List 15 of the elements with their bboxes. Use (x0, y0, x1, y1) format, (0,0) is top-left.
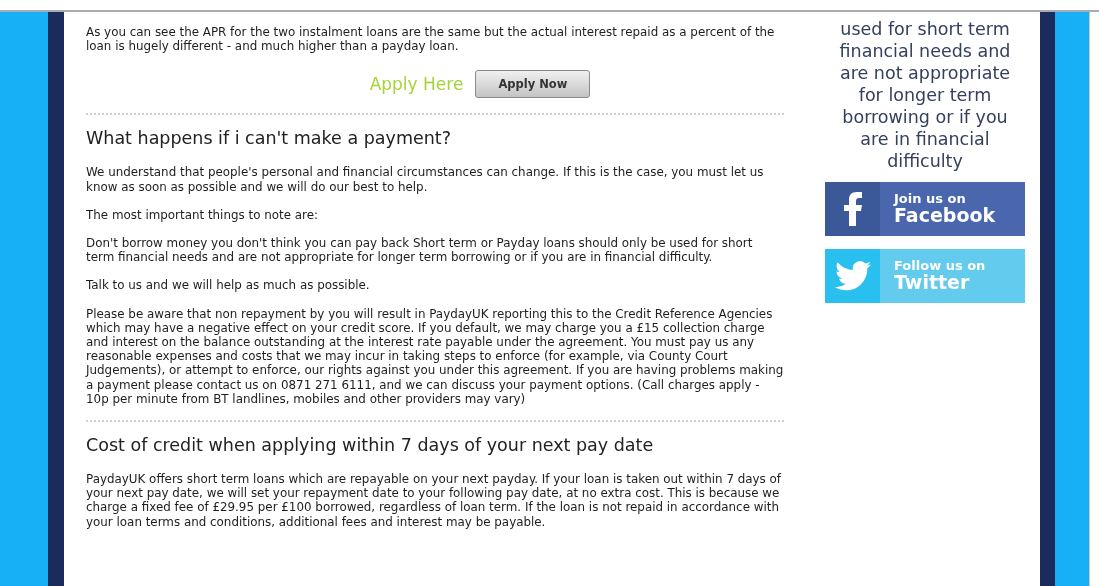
body-paragraph: The most important things to note are: (86, 207, 319, 222)
body-paragraph: Talk to us and we will help as much as possible. (86, 278, 371, 293)
facebook-icon (843, 192, 862, 226)
section-heading: What happens if i can't make a payment? (86, 128, 452, 149)
notice-text: used for short term financial needs and are not appropriate for longer term borrowing or if you are in financial difficulty (838, 18, 1012, 172)
social-button[interactable]: Join us on Facebook (825, 182, 1025, 236)
body-paragraph: We understand that people's personal and financial circumstances can change. If this is the case, you must let us know as soon as possible and we will do our best to help. (86, 165, 765, 194)
section-heading: Cost of credit when applying within 7 days of your next pay date (86, 435, 655, 456)
body-paragraph: PaydayUK offers short term loans which are repayable on your next payday. If your loan is taken out within 7 days of your next pay date, we will set your repayment date to your following pay date, at no extra cost. This is because we charge a fixed fee of £29.95 per £100 borrowed, regardless of loan term. If the loan is not repaid in accordance with your loan terms and conditions, additional fees and interest may be payable. (86, 472, 783, 529)
body-paragraph: Please be aware that non repayment by you will result in PaydayUK reporting this to the Credit Reference Agencies which may have a negative effect on your credit score. If you default, we may charge you a £15 collection charge and interest on the balance outstanding at the interest rate payable under the agreement. You must pay us any reasonable expenses and costs that we may incur in taking steps to enforce (for example, via County Court Judgements), or attempt to enforce, our rights against you under this agreement. If you are having problems making a payment please contact us on 0871 271 6111, and we can discuss your payment options. (Call charges apply - 10p per minute from BT landlines, mobiles and other providers may vary) (86, 306, 784, 407)
apply-button[interactable]: Apply Now (475, 70, 591, 99)
body-paragraph: Don't borrow money you don't think you can pay back Short term or Payday loans should only be used for short term financial needs and are not appropriate for longer term borrowing or if you are in financial difficulty. (86, 236, 754, 265)
bird-icon (834, 261, 871, 291)
intro-paragraph: As you can see the APR for the two instalment loans are the same but the actual interest repaid as a percent of the loan is hugely different - and much higher than a payday loan. (86, 25, 776, 54)
apply-label: Apply Here (369, 74, 464, 95)
